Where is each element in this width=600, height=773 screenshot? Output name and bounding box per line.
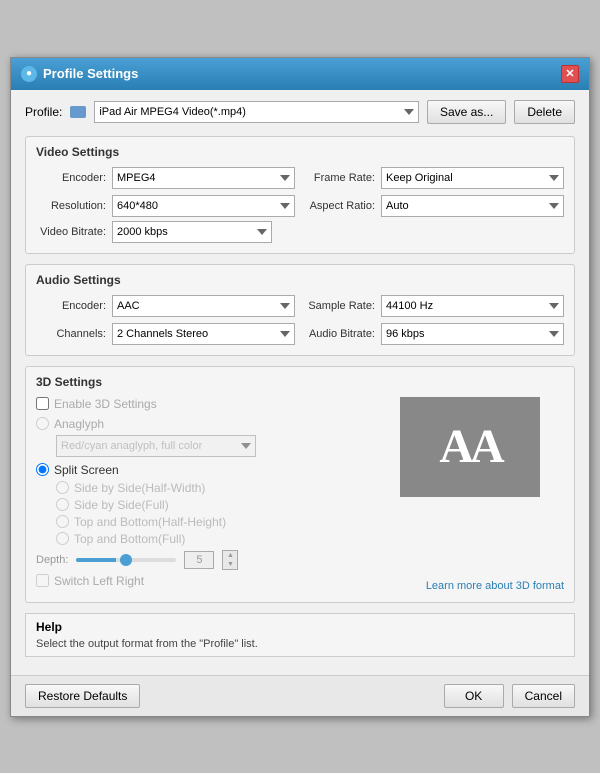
profile-row: Profile: iPad Air MPEG4 Video(*.mp4) Sav… (25, 100, 575, 124)
audio-encoder-row: Encoder: AAC (36, 295, 295, 317)
sample-rate-row: Sample Rate: 44100 Hz (305, 295, 564, 317)
resolution-label: Resolution: (36, 200, 106, 212)
enable-3d-checkbox[interactable] (36, 397, 49, 410)
profile-label: Profile: (25, 105, 62, 119)
split-screen-label: Split Screen (54, 463, 119, 477)
depth-up-button[interactable]: ▲ (223, 551, 237, 560)
audio-settings-grid: Encoder: AAC Sample Rate: 44100 Hz Chann… (36, 295, 564, 345)
threeds-settings-title: 3D Settings (36, 375, 564, 389)
audio-encoder-label: Encoder: (36, 300, 106, 312)
video-bitrate-select[interactable]: 2000 kbps (112, 221, 272, 243)
split-screen-radio[interactable] (36, 463, 49, 476)
video-bitrate-row: Video Bitrate: 2000 kbps (36, 221, 564, 243)
depth-value[interactable] (184, 551, 214, 569)
ok-button[interactable]: OK (444, 684, 504, 708)
title-bar: ● Profile Settings ✕ (11, 58, 589, 90)
frame-rate-row: Frame Rate: Keep Original (305, 167, 564, 189)
channels-label: Channels: (36, 328, 106, 340)
dialog-body: Profile: iPad Air MPEG4 Video(*.mp4) Sav… (11, 90, 589, 675)
window-title: Profile Settings (43, 66, 138, 81)
top-bottom-full-label: Top and Bottom(Full) (74, 532, 185, 546)
depth-spinner: ▲ ▼ (222, 550, 238, 570)
title-bar-left: ● Profile Settings (21, 66, 138, 82)
side-by-side-full-row: Side by Side(Full) (56, 498, 564, 512)
profile-icon (70, 106, 86, 118)
preview-text: AA (439, 419, 500, 474)
audio-bitrate-label: Audio Bitrate: (305, 328, 375, 340)
threeds-content: Enable 3D Settings Anaglyph Red/cyan ana… (36, 397, 564, 588)
enable-3d-label: Enable 3D Settings (54, 397, 157, 411)
anaglyph-radio[interactable] (36, 417, 49, 430)
channels-row: Channels: 2 Channels Stereo (36, 323, 295, 345)
aspect-ratio-row: Aspect Ratio: Auto (305, 195, 564, 217)
side-by-side-full-label: Side by Side(Full) (74, 498, 169, 512)
depth-row: Depth: ▲ ▼ (36, 550, 564, 570)
encoder-label: Encoder: (36, 172, 106, 184)
side-by-side-half-label: Side by Side(Half-Width) (74, 481, 205, 495)
top-bottom-full-row: Top and Bottom(Full) (56, 532, 564, 546)
aspect-ratio-label: Aspect Ratio: (305, 200, 375, 212)
audio-encoder-select[interactable]: AAC (112, 295, 295, 317)
channels-select[interactable]: 2 Channels Stereo (112, 323, 295, 345)
cancel-button[interactable]: Cancel (512, 684, 575, 708)
audio-bitrate-select[interactable]: 96 kbps (381, 323, 564, 345)
delete-button[interactable]: Delete (514, 100, 575, 124)
side-by-side-full-radio[interactable] (56, 498, 69, 511)
resolution-row: Resolution: 640*480 (36, 195, 295, 217)
aspect-ratio-select[interactable]: Auto (381, 195, 564, 217)
video-settings-grid: Encoder: MPEG4 Frame Rate: Keep Original… (36, 167, 564, 217)
top-bottom-half-row: Top and Bottom(Half-Height) (56, 515, 564, 529)
top-bottom-half-label: Top and Bottom(Half-Height) (74, 515, 226, 529)
help-section: Help Select the output format from the "… (25, 613, 575, 657)
threeds-settings-section: 3D Settings Enable 3D Settings Anaglyph … (25, 366, 575, 603)
preview-box: AA (400, 397, 540, 497)
side-by-side-half-radio[interactable] (56, 481, 69, 494)
depth-slider[interactable] (76, 558, 176, 562)
profile-select[interactable]: iPad Air MPEG4 Video(*.mp4) (94, 101, 419, 123)
save-as-button[interactable]: Save as... (427, 100, 506, 124)
audio-bitrate-row: Audio Bitrate: 96 kbps (305, 323, 564, 345)
learn-more-link[interactable]: Learn more about 3D format (426, 580, 564, 592)
video-bitrate-label: Video Bitrate: (36, 226, 106, 238)
audio-settings-title: Audio Settings (36, 273, 564, 287)
help-title: Help (36, 620, 564, 634)
encoder-select[interactable]: MPEG4 (112, 167, 295, 189)
top-bottom-half-radio[interactable] (56, 515, 69, 528)
audio-settings-section: Audio Settings Encoder: AAC Sample Rate:… (25, 264, 575, 356)
close-button[interactable]: ✕ (561, 65, 579, 83)
encoder-row: Encoder: MPEG4 (36, 167, 295, 189)
restore-defaults-button[interactable]: Restore Defaults (25, 684, 140, 708)
anaglyph-select[interactable]: Red/cyan anaglyph, full color (56, 435, 256, 457)
sample-rate-select[interactable]: 44100 Hz (381, 295, 564, 317)
footer-right: OK Cancel (444, 684, 575, 708)
help-text: Select the output format from the "Profi… (36, 638, 564, 650)
top-bottom-full-radio[interactable] (56, 532, 69, 545)
video-settings-section: Video Settings Encoder: MPEG4 Frame Rate… (25, 136, 575, 254)
anaglyph-label: Anaglyph (54, 417, 104, 431)
profile-settings-dialog: ● Profile Settings ✕ Profile: iPad Air M… (10, 57, 590, 717)
frame-rate-label: Frame Rate: (305, 172, 375, 184)
video-settings-title: Video Settings (36, 145, 564, 159)
switch-lr-label: Switch Left Right (54, 574, 144, 588)
sample-rate-label: Sample Rate: (305, 300, 375, 312)
app-icon: ● (21, 66, 37, 82)
resolution-select[interactable]: 640*480 (112, 195, 295, 217)
dialog-footer: Restore Defaults OK Cancel (11, 675, 589, 716)
depth-down-button[interactable]: ▼ (223, 560, 237, 569)
depth-label: Depth: (36, 554, 68, 566)
frame-rate-select[interactable]: Keep Original (381, 167, 564, 189)
switch-lr-checkbox[interactable] (36, 574, 49, 587)
